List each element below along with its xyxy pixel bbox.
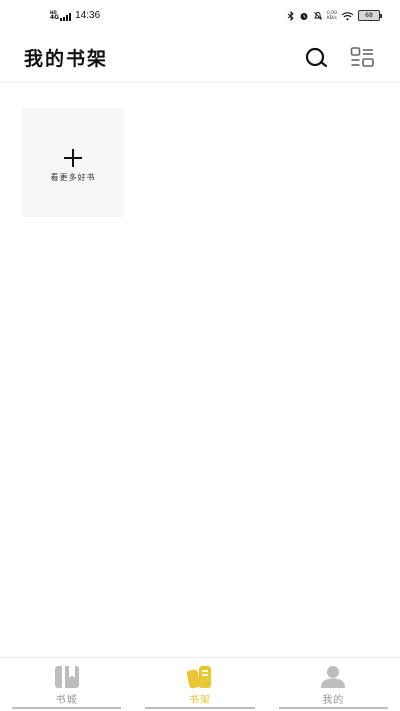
tab-bookshelf-label: 书架 bbox=[188, 695, 211, 706]
tab-profile-underline bbox=[278, 707, 388, 709]
signal-icon bbox=[60, 12, 72, 21]
bookstore-icon bbox=[54, 666, 79, 688]
mute-icon bbox=[314, 11, 322, 20]
add-more-books-label: 看更多好书 bbox=[50, 173, 96, 182]
wifi-icon bbox=[341, 11, 354, 20]
search-button[interactable] bbox=[302, 43, 330, 71]
tab-bookstore[interactable]: 书城 bbox=[0, 658, 133, 711]
status-bar: HD 4G 14:36 0.00 KB/s 68 bbox=[0, 0, 400, 34]
list-view-button[interactable] bbox=[348, 43, 376, 71]
profile-icon bbox=[321, 666, 346, 688]
list-view-icon bbox=[350, 47, 374, 67]
network-indicator: HD 4G bbox=[50, 10, 72, 21]
add-more-books-card[interactable]: 看更多好书 bbox=[22, 108, 124, 217]
tab-bookstore-label: 书城 bbox=[55, 695, 78, 706]
tab-profile-label: 我的 bbox=[322, 695, 345, 706]
plus-icon bbox=[63, 148, 83, 168]
app-header: 我的书架 bbox=[0, 34, 400, 82]
search-icon bbox=[305, 47, 328, 68]
battery-icon: 68 bbox=[358, 10, 382, 21]
bottom-nav: 书城 书架 我的 bbox=[0, 657, 400, 711]
status-bar-right: 0.00 KB/s 68 bbox=[287, 10, 382, 21]
network-speed: 0.00 KB/s bbox=[327, 11, 337, 21]
clock: 14:36 bbox=[75, 10, 101, 21]
status-bar-left: HD 4G 14:36 bbox=[50, 10, 100, 21]
tab-bookshelf-underline bbox=[145, 707, 255, 709]
page-title: 我的书架 bbox=[24, 48, 109, 70]
network-label: 4G bbox=[50, 13, 60, 21]
bluetooth-icon bbox=[287, 10, 294, 21]
speed-unit: KB/s bbox=[326, 15, 337, 21]
battery-level: 68 bbox=[365, 12, 373, 19]
tab-bookshelf[interactable]: 书架 bbox=[133, 658, 266, 711]
alarm-icon bbox=[300, 12, 308, 20]
tab-profile[interactable]: 我的 bbox=[267, 658, 400, 711]
bookshelf-icon bbox=[186, 666, 211, 689]
tab-bookstore-underline bbox=[12, 707, 122, 709]
